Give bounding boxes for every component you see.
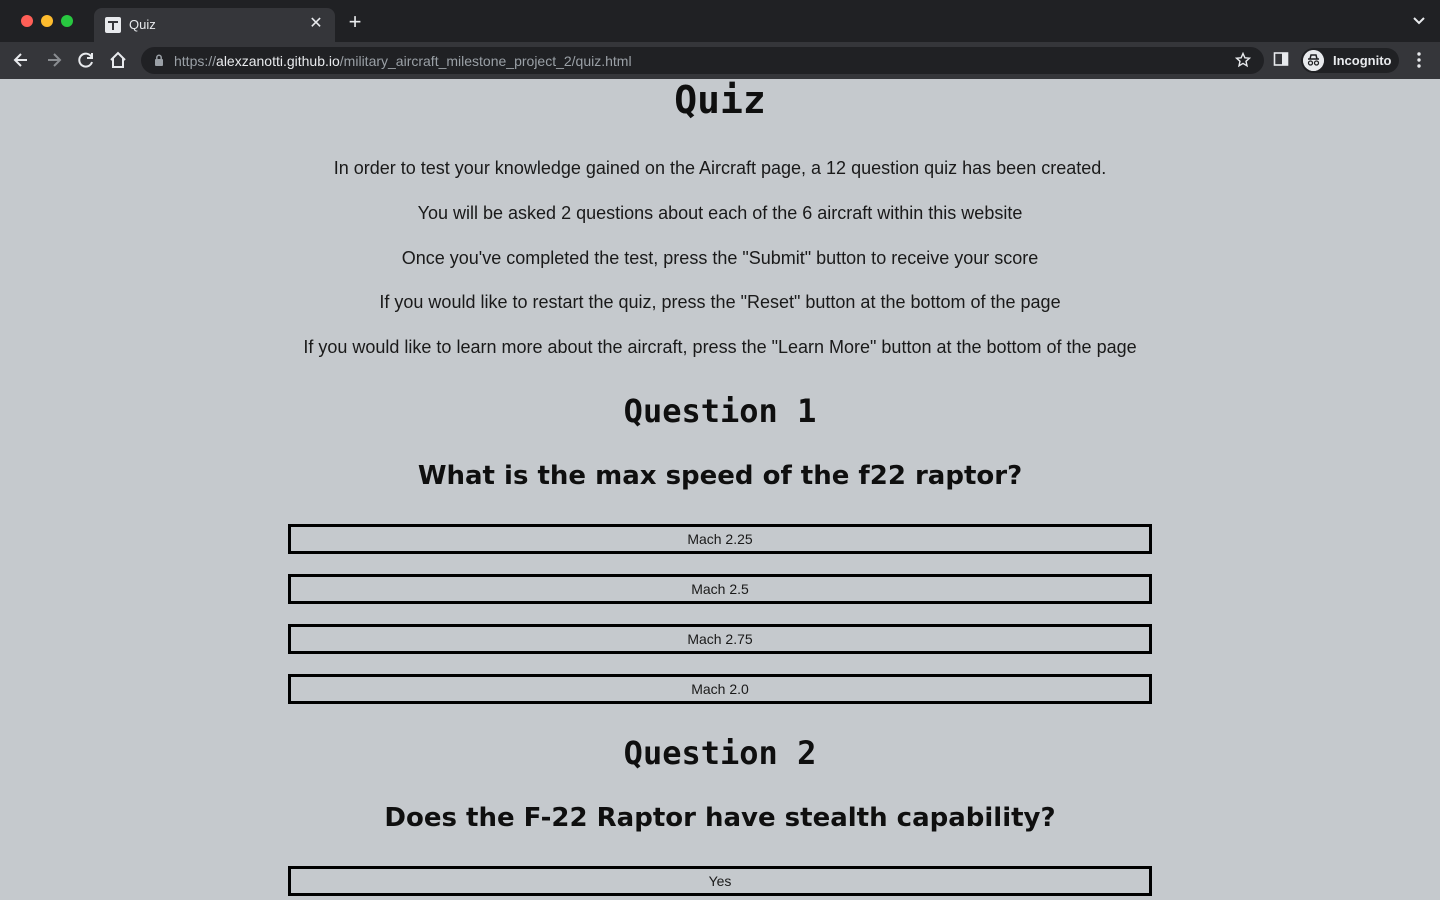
page-viewport: Quiz In order to test your knowledge gai… bbox=[0, 79, 1440, 900]
bookmark-star-icon[interactable] bbox=[1235, 52, 1251, 68]
lock-icon[interactable] bbox=[154, 54, 164, 66]
question-text: Does the F-22 Raptor have stealth capabi… bbox=[384, 803, 1056, 833]
address-bar[interactable]: https://alexzanotti.github.io/military_a… bbox=[141, 47, 1264, 74]
intro-paragraph: If you would like to learn more about th… bbox=[303, 337, 1137, 357]
more-menu-icon[interactable] bbox=[1411, 51, 1427, 69]
tab-search-chevron-icon[interactable] bbox=[1412, 14, 1426, 28]
answer-button[interactable]: Yes bbox=[288, 866, 1152, 896]
close-tab-icon[interactable]: ✕ bbox=[307, 15, 325, 33]
incognito-icon bbox=[1303, 50, 1324, 71]
answer-button[interactable]: Mach 2.25 bbox=[288, 524, 1152, 554]
forward-arrow-icon[interactable] bbox=[44, 50, 64, 70]
question-text: What is the max speed of the f22 raptor? bbox=[417, 461, 1023, 491]
intro-paragraph: If you would like to restart the quiz, p… bbox=[379, 292, 1061, 312]
back-arrow-icon[interactable] bbox=[11, 50, 31, 70]
question-heading: Question 2 bbox=[623, 734, 817, 772]
page-title: Quiz bbox=[674, 79, 766, 122]
intro-paragraph: Once you've completed the test, press th… bbox=[401, 248, 1039, 268]
url-path: /military_aircraft_milestone_project_2/q… bbox=[339, 53, 632, 69]
minimize-window-button[interactable] bbox=[41, 15, 53, 27]
reload-icon[interactable] bbox=[76, 50, 96, 70]
new-tab-icon[interactable]: + bbox=[345, 11, 365, 33]
answer-button[interactable]: Mach 2.0 bbox=[288, 674, 1152, 704]
profile-label: Incognito bbox=[1333, 53, 1392, 68]
home-icon[interactable] bbox=[108, 50, 128, 70]
side-panel-icon[interactable] bbox=[1273, 51, 1289, 67]
answer-button[interactable]: Mach 2.5 bbox=[288, 574, 1152, 604]
close-window-button[interactable] bbox=[21, 15, 33, 27]
question-heading: Question 1 bbox=[623, 392, 817, 430]
tab-strip: Quiz ✕ + bbox=[0, 0, 1440, 42]
site-favicon-icon bbox=[105, 17, 121, 33]
url-text: https://alexzanotti.github.io/military_a… bbox=[174, 53, 632, 69]
intro-paragraph: In order to test your knowledge gained o… bbox=[333, 158, 1107, 178]
intro-paragraph: You will be asked 2 questions about each… bbox=[417, 203, 1023, 223]
url-scheme: https:// bbox=[174, 53, 217, 69]
incognito-profile-button[interactable]: Incognito bbox=[1301, 48, 1399, 73]
browser-chrome: Quiz ✕ + https://alexzanotti.github.io/m… bbox=[0, 0, 1440, 79]
url-host: alexzanotti.github.io bbox=[216, 53, 340, 69]
maximize-window-button[interactable] bbox=[61, 15, 73, 27]
tab-title: Quiz bbox=[129, 17, 156, 32]
answer-button[interactable]: Mach 2.75 bbox=[288, 624, 1152, 654]
browser-tab[interactable]: Quiz ✕ bbox=[94, 8, 335, 42]
